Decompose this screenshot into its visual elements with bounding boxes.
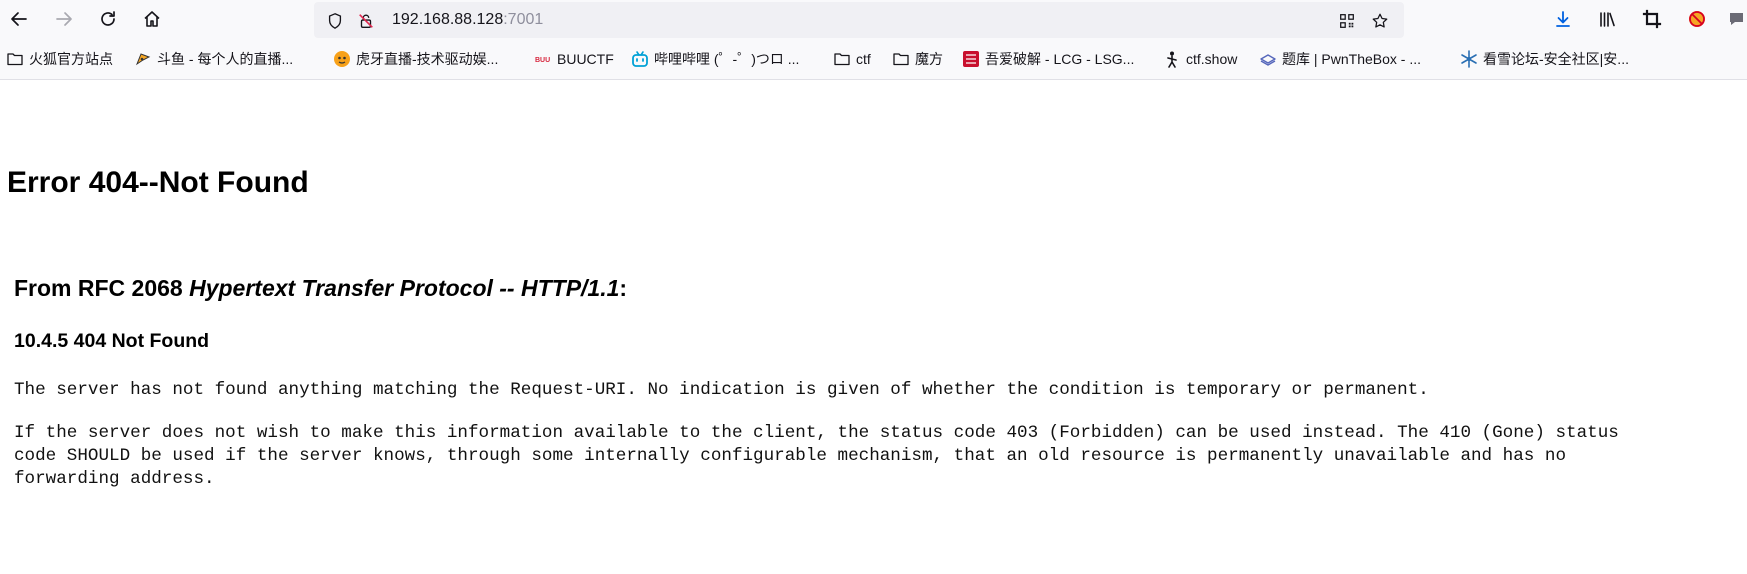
bookmark-label: BUUCTF	[557, 51, 614, 67]
douyu-icon	[134, 50, 152, 68]
rfc-heading-title: Hypertext Transfer Protocol -- HTTP/1.1	[189, 275, 620, 301]
rfc-heading-prefix: From RFC 2068	[14, 275, 190, 301]
arrow-left-icon	[11, 12, 27, 26]
bookmark-label: ctf	[856, 51, 871, 67]
download-icon	[1556, 11, 1570, 27]
bookmark-label: 题库 | PwnTheBox - ...	[1282, 51, 1422, 67]
url-bar[interactable]: 192.168.88.128:7001	[314, 2, 1404, 38]
chat-bubble-icon	[1730, 13, 1743, 25]
bookmark-item[interactable]: 魔方	[892, 48, 943, 70]
bookmark-star-icon[interactable]	[1370, 11, 1390, 31]
bookmark-item[interactable]: 吾爱破解 - LCG - LSG...	[962, 48, 1134, 70]
overflow-extension-button[interactable]	[1727, 5, 1747, 33]
page-title: Error 404--Not Found	[7, 166, 309, 199]
reload-button[interactable]	[94, 5, 122, 33]
ctfshow-icon	[1163, 50, 1181, 68]
kanxue-icon	[1460, 50, 1478, 68]
bookmark-label: 火狐官方站点	[29, 51, 113, 67]
bookmark-label: 吾爱破解 - LCG - LSG...	[985, 51, 1135, 67]
bookmark-label: 魔方	[915, 51, 943, 67]
bilibili-icon	[631, 50, 649, 68]
folder-icon	[6, 50, 24, 68]
url-port: :7001	[503, 11, 544, 28]
blocked-extension-icon	[1689, 11, 1705, 27]
home-button[interactable]	[138, 5, 166, 33]
bookmark-item[interactable]: BUU BUUCTF	[534, 48, 614, 70]
bookmark-item[interactable]: 火狐官方站点	[6, 48, 113, 70]
huya-icon	[333, 50, 351, 68]
paragraph-not-found: The server has not found anything matchi…	[14, 380, 1429, 400]
downloads-button[interactable]	[1549, 5, 1577, 33]
screenshot-button[interactable]	[1638, 5, 1666, 33]
library-button[interactable]	[1593, 5, 1621, 33]
arrow-right-icon	[56, 12, 72, 26]
bookmark-item[interactable]: 看雪论坛-安全社区|安...	[1460, 48, 1629, 70]
reload-icon	[101, 11, 115, 26]
qr-code-icon[interactable]	[1337, 11, 1357, 31]
bookmark-item[interactable]: 斗鱼 - 每个人的直播...	[134, 48, 293, 70]
section-heading: 10.4.5 404 Not Found	[14, 330, 210, 352]
svg-text:BUU: BUU	[535, 57, 550, 64]
bookmark-item[interactable]: ctf.show	[1163, 48, 1237, 70]
rfc-heading: From RFC 2068 Hypertext Transfer Protoco…	[14, 275, 627, 302]
bookmark-label: ctf.show	[1186, 51, 1238, 67]
back-button[interactable]	[5, 5, 33, 33]
forward-button[interactable]	[50, 5, 78, 33]
bookmarks-toolbar: 火狐官方站点 斗鱼 - 每个人的直播... 虎牙直播-技术驱动娱... BUU …	[0, 38, 1747, 80]
navigation-toolbar: 192.168.88.128:7001	[0, 0, 1747, 38]
bookmark-item[interactable]: 虎牙直播-技术驱动娱...	[333, 48, 498, 70]
url-host: 192.168.88.128	[392, 11, 504, 28]
library-icon	[1600, 12, 1615, 27]
folder-icon	[892, 50, 910, 68]
bookmark-label: 斗鱼 - 每个人的直播...	[157, 51, 294, 67]
bookmark-item[interactable]: 题库 | PwnTheBox - ...	[1259, 48, 1421, 70]
52pojie-icon	[962, 50, 980, 68]
pwnthebox-icon	[1259, 50, 1277, 68]
home-icon	[144, 11, 160, 27]
bookmark-label: 虎牙直播-技术驱动娱...	[356, 51, 499, 67]
rfc-heading-suffix: :	[619, 275, 628, 301]
url-text[interactable]: 192.168.88.128:7001	[392, 11, 543, 29]
bookmark-item[interactable]: ctf	[833, 48, 871, 70]
bookmark-label: 哔哩哔哩 (゜-゜)つロ ...	[654, 51, 800, 67]
page-content: Error 404--Not Found From RFC 2068 Hyper…	[0, 80, 1747, 574]
insecure-lock-icon[interactable]	[356, 11, 376, 31]
buuctf-icon: BUU	[534, 50, 552, 68]
shield-icon[interactable]	[325, 11, 345, 31]
paragraph-forbidden-gone: If the server does not wish to make this…	[14, 423, 1619, 489]
bookmark-item[interactable]: 哔哩哔哩 (゜-゜)つロ ...	[631, 48, 799, 70]
crop-icon	[1642, 9, 1662, 29]
folder-icon	[833, 50, 851, 68]
extension-button[interactable]	[1683, 5, 1711, 33]
bookmark-label: 看雪论坛-安全社区|安...	[1483, 51, 1629, 67]
